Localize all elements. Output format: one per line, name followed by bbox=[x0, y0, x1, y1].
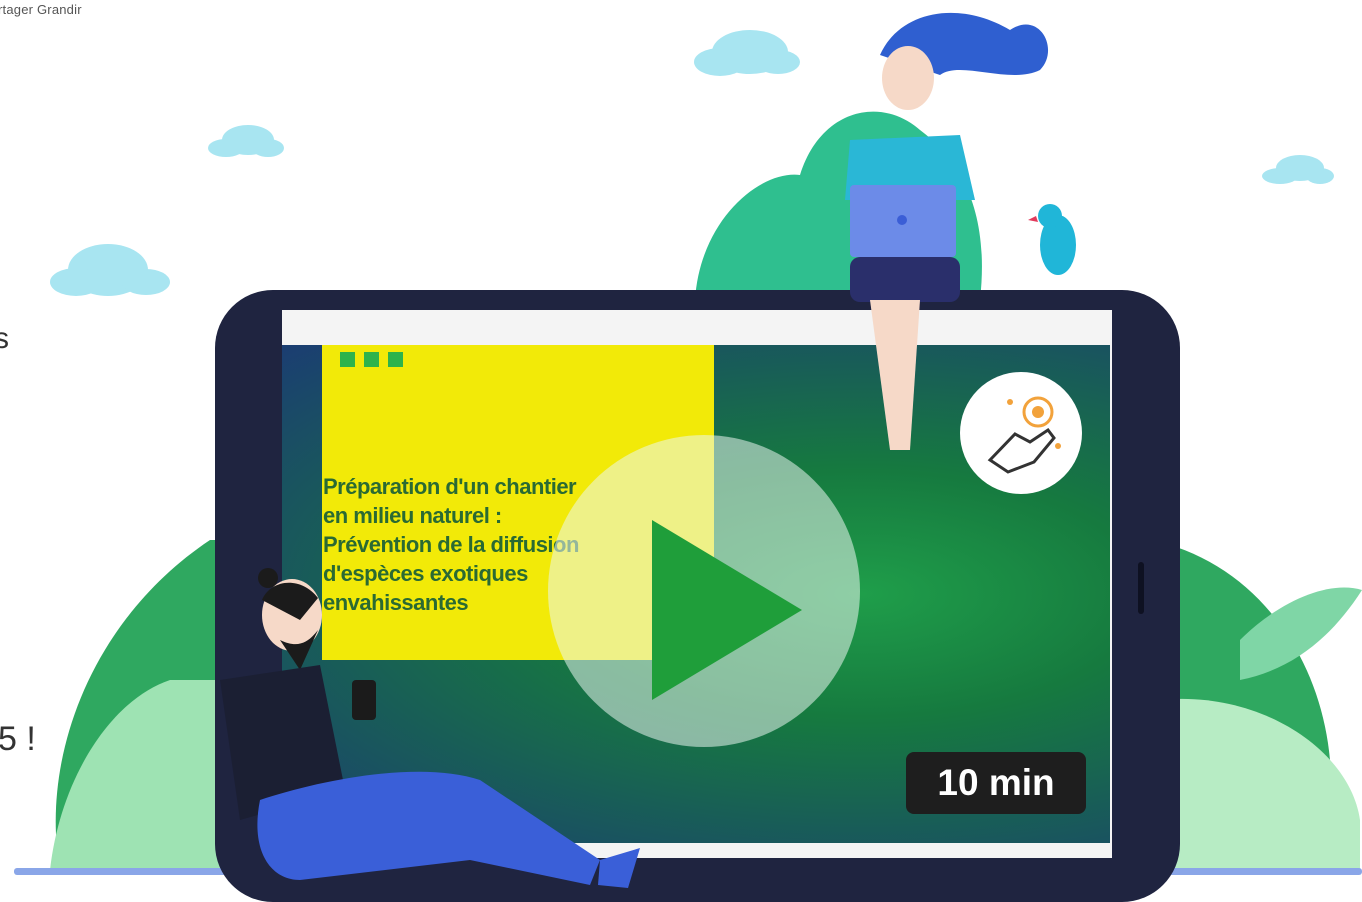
characters-illustration bbox=[220, 12, 1076, 888]
man-with-phone bbox=[220, 568, 640, 888]
woman-with-laptop bbox=[845, 12, 1049, 450]
bird-icon bbox=[1028, 204, 1076, 275]
